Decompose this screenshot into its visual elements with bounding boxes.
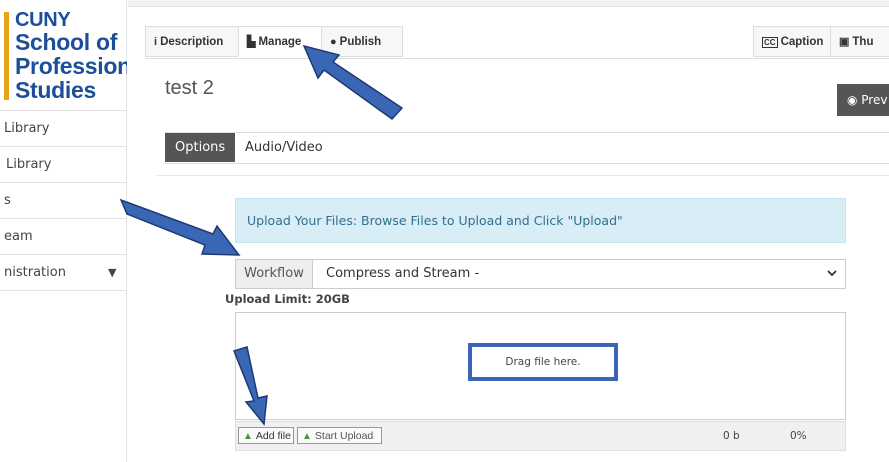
workflow-label: Workflow [236, 260, 313, 288]
preview-button[interactable]: ◉ Prev [837, 84, 889, 116]
globe-icon: ● [330, 36, 337, 48]
upload-limit: Upload Limit: 20GB [225, 292, 350, 306]
upload-info-alert: Upload Your Files: Browse Files to Uploa… [235, 198, 846, 243]
sidebar-item-stream[interactable]: eam [0, 218, 126, 254]
image-icon: ▣ [839, 36, 850, 48]
subtab-audio-video[interactable]: Audio/Video [235, 133, 333, 162]
drag-file-here: Drag file here. [468, 343, 618, 381]
logo-line-2: School of [15, 29, 118, 55]
tab-caption[interactable]: CC Caption [753, 26, 831, 57]
workflow-value: Compress and Stream - [326, 266, 480, 281]
sidebar-item-administration[interactable]: nistration ▼ [0, 254, 126, 291]
info-icon: i [154, 36, 158, 48]
sidebar-item-label: Library [4, 121, 50, 136]
file-dropzone[interactable]: Drag file here. [235, 312, 846, 420]
tab-divider [145, 58, 889, 59]
sidebar-item-label: Library [6, 157, 52, 172]
tab-label: Manage [258, 36, 302, 48]
file-icon: ▙ [247, 36, 256, 48]
caret-down-icon: ▼ [108, 266, 117, 279]
cuny-sps-logo[interactable]: CUNY School of Professional Studies [4, 9, 150, 104]
tab-thumbnail[interactable]: ▣ Thu [830, 26, 889, 57]
upload-footer: ▲ Add file ▲ Start Upload 0 b 0% [235, 421, 846, 451]
start-upload-button[interactable]: ▲ Start Upload [297, 427, 382, 444]
tab-label: Description [160, 36, 224, 48]
subtab-options[interactable]: Options [165, 133, 236, 162]
upload-arrow-icon: ▲ [302, 431, 312, 442]
start-upload-label: Start Upload [314, 430, 374, 442]
sidebar-item-library[interactable]: Library [0, 110, 126, 146]
tab-label: Caption [780, 36, 824, 48]
sidebar-item-3[interactable]: s [0, 182, 126, 218]
chevron-down-icon [827, 260, 837, 288]
upload-percent: 0% [790, 430, 807, 442]
top-strip [128, 0, 889, 7]
tab-label: Thu [852, 36, 874, 48]
add-file-button[interactable]: ▲ Add file [238, 427, 294, 444]
tab-label: Publish [339, 36, 382, 48]
section-divider [157, 175, 889, 176]
subtabs: Options Audio/Video [165, 132, 889, 164]
upload-size: 0 b [723, 430, 740, 442]
tab-manage[interactable]: ▙ Manage [238, 26, 322, 57]
sidebar: CUNY School of Professional Studies Libr… [0, 0, 150, 462]
logo-accent-bar [4, 12, 9, 100]
logo-line-1: CUNY [15, 9, 71, 31]
sidebar-item-label: eam [4, 229, 33, 244]
sidebar-nav: Library Library s eam nistration ▼ [0, 110, 126, 291]
tab-publish[interactable]: ● Publish [321, 26, 403, 57]
add-file-label: Add file [255, 430, 291, 442]
closed-caption-icon: CC [762, 37, 778, 48]
sidebar-item-label: nistration [4, 265, 66, 280]
page-title: test 2 [165, 77, 214, 99]
sidebar-item-label: s [4, 193, 11, 208]
tab-description[interactable]: i Description [145, 26, 239, 57]
upload-arrow-icon: ▲ [243, 431, 253, 442]
main-content: i Description ▙ Manage ● Publish CC Caption … [127, 7, 889, 462]
workflow-select[interactable]: Workflow Compress and Stream - [235, 259, 846, 289]
logo-line-4: Studies [15, 77, 96, 103]
sidebar-item-library-2[interactable]: Library [0, 146, 126, 182]
